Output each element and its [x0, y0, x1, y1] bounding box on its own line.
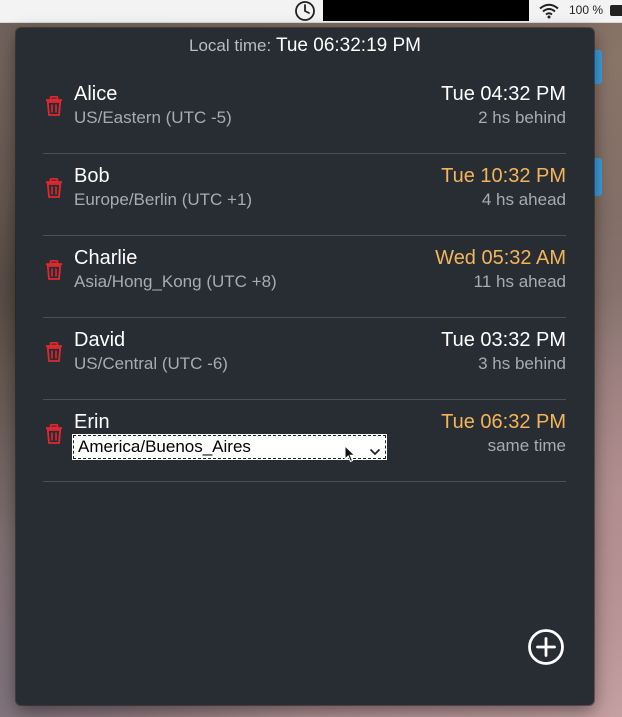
contact-timezone: Europe/Berlin (UTC +1) — [74, 190, 253, 209]
chevron-down-icon — [369, 442, 381, 456]
trash-icon[interactable] — [45, 178, 63, 198]
redacted-menubar-area — [323, 0, 529, 21]
contact-timezone: US/Central (UTC -6) — [74, 354, 228, 373]
contact-name: Bob — [74, 165, 110, 187]
local-time-header: Local time: Tue 06:32:19 PM — [16, 35, 594, 57]
clock-icon[interactable] — [293, 0, 317, 22]
contact-time-diff: same time — [487, 436, 566, 455]
local-time-value: Tue 06:32:19 PM — [275, 35, 421, 56]
contact-name: Alice — [74, 83, 118, 105]
contact-time-diff: 2 hs behind — [478, 108, 566, 127]
contact-time-diff: 3 hs behind — [478, 354, 566, 373]
contact-row: Alice US/Eastern (UTC -5) Tue 04:32 PM 2… — [43, 72, 566, 154]
contact-time: Tue 06:32 PM — [441, 411, 566, 433]
timezone-popover: Local time: Tue 06:32:19 PM Alice US/Eas… — [16, 28, 594, 705]
contact-time: Tue 04:32 PM — [441, 83, 566, 105]
menu-bar: 100 % — [0, 0, 622, 23]
battery-icon[interactable] — [610, 5, 622, 16]
contact-time: Tue 10:32 PM — [441, 165, 566, 187]
contact-time-diff: 11 hs ahead — [473, 272, 566, 291]
trash-icon[interactable] — [45, 96, 63, 116]
contact-time: Wed 05:32 AM — [435, 247, 566, 269]
trash-icon[interactable] — [45, 424, 63, 444]
timezone-select[interactable]: America/Buenos_Aires — [72, 434, 387, 460]
contact-name: Erin — [74, 411, 110, 433]
battery-percent: 100 % — [569, 3, 604, 17]
timezone-select-value: America/Buenos_Aires — [78, 437, 251, 456]
contact-time-diff: 4 hs ahead — [481, 190, 566, 209]
contact-time: Tue 03:32 PM — [441, 329, 566, 351]
contact-name: Charlie — [74, 247, 138, 269]
trash-icon[interactable] — [45, 342, 63, 362]
contact-name: David — [74, 329, 126, 351]
contact-timezone: Asia/Hong_Kong (UTC +8) — [74, 272, 277, 291]
contact-row: David US/Central (UTC -6) Tue 03:32 PM 3… — [43, 318, 566, 400]
contact-row: Bob Europe/Berlin (UTC +1) Tue 10:32 PM … — [43, 154, 566, 236]
contact-list: Alice US/Eastern (UTC -5) Tue 04:32 PM 2… — [43, 72, 566, 482]
trash-icon[interactable] — [45, 260, 63, 280]
wifi-icon[interactable] — [538, 1, 560, 21]
contact-row: Charlie Asia/Hong_Kong (UTC +8) Wed 05:3… — [43, 236, 566, 318]
mouse-cursor-icon — [344, 444, 356, 463]
plus-circle-icon[interactable] — [527, 628, 565, 666]
contact-row: Erin America/Buenos_Aires Tue 06:32 PM s… — [43, 400, 566, 482]
local-time-label: Local time: — [189, 36, 272, 55]
contact-timezone: US/Eastern (UTC -5) — [74, 108, 232, 127]
